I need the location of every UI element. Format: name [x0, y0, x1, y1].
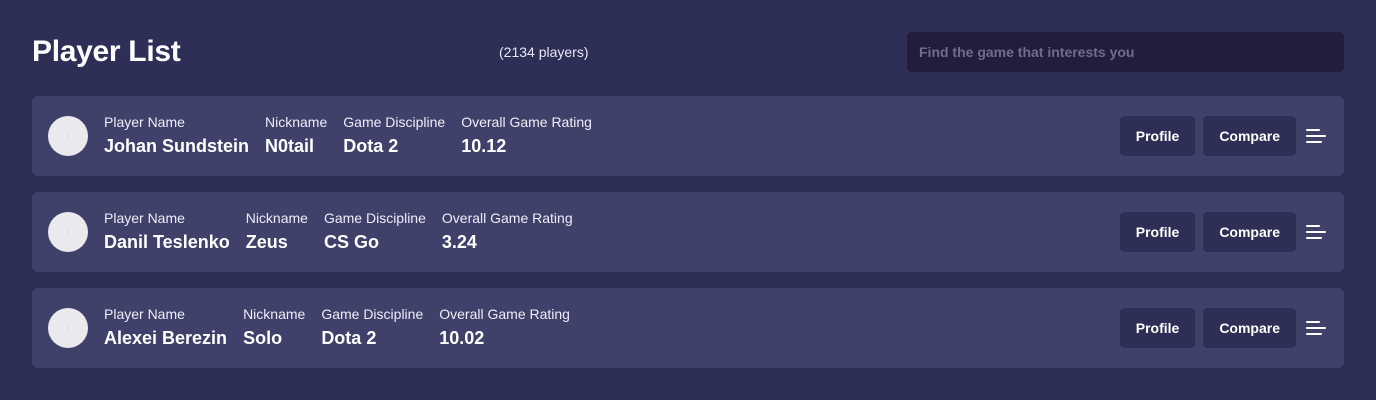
player-name-value: Danil Teslenko [104, 232, 230, 252]
overall-rating-field: Overall Game Rating 10.02 [439, 306, 570, 349]
game-discipline-label: Game Discipline [323, 210, 426, 226]
player-name-value: Johan Sundstein [104, 136, 250, 156]
game-discipline-label: Game Discipline [321, 306, 424, 322]
nickname-value: Zeus [245, 232, 288, 252]
game-discipline-value: CS Go [323, 232, 379, 252]
player-fields: Player Name Johan Sundstein Nickname N0t… [104, 114, 592, 157]
overall-rating-field: Overall Game Rating 3.24 [442, 210, 573, 253]
player-name-label: Player Name [104, 114, 185, 130]
player-name-field: Player Name Alexei Berezin [104, 306, 227, 349]
overall-rating-value: 3.24 [441, 232, 477, 252]
game-discipline-field: Game Discipline Dota 2 [321, 306, 423, 349]
game-discipline-label: Game Discipline [343, 114, 446, 130]
player-count: (2134 players) [499, 44, 589, 60]
game-discipline-field: Game Discipline Dota 2 [343, 114, 445, 157]
player-fields: Player Name Alexei Berezin Nickname Solo… [104, 306, 570, 349]
game-discipline-field: Game Discipline CS Go [324, 210, 426, 253]
menu-icon[interactable] [1306, 116, 1328, 156]
profile-button[interactable]: Profile [1119, 116, 1196, 156]
page-title: Player List [32, 35, 181, 68]
overall-rating-value: 10.12 [461, 136, 507, 156]
avatar [48, 116, 88, 156]
player-name-label: Player Name [104, 306, 185, 322]
avatar [48, 308, 88, 348]
row-actions: Profile Compare [1119, 116, 1328, 156]
overall-rating-label: Overall Game Rating [441, 210, 573, 226]
nickname-field: Nickname Solo [243, 306, 305, 349]
compare-button[interactable]: Compare [1203, 308, 1296, 348]
nickname-label: Nickname [243, 306, 306, 322]
profile-button[interactable]: Profile [1119, 212, 1196, 252]
profile-button[interactable]: Profile [1119, 308, 1196, 348]
search-input[interactable] [907, 32, 1344, 72]
search-box [907, 32, 1344, 72]
player-name-value: Alexei Berezin [104, 328, 228, 348]
nickname-value: Solo [243, 328, 283, 348]
row-actions: Profile Compare [1119, 212, 1328, 252]
player-list: Player Name Johan Sundstein Nickname N0t… [32, 96, 1344, 384]
game-discipline-value: Dota 2 [343, 136, 399, 156]
avatar [48, 212, 88, 252]
compare-button[interactable]: Compare [1203, 212, 1296, 252]
nickname-label: Nickname [245, 210, 308, 226]
nickname-field: Nickname N0tail [265, 114, 327, 157]
overall-rating-field: Overall Game Rating 10.12 [461, 114, 592, 157]
nickname-value: N0tail [265, 136, 315, 156]
player-row: Player Name Johan Sundstein Nickname N0t… [32, 96, 1344, 176]
row-actions: Profile Compare [1119, 308, 1328, 348]
menu-icon[interactable] [1306, 308, 1328, 348]
player-name-field: Player Name Danil Teslenko [104, 210, 230, 253]
overall-rating-value: 10.02 [439, 328, 485, 348]
page: Player List (2134 players) Player Name J… [0, 0, 1376, 400]
player-name-label: Player Name [104, 210, 185, 226]
menu-icon[interactable] [1306, 212, 1328, 252]
compare-button[interactable]: Compare [1203, 116, 1296, 156]
overall-rating-label: Overall Game Rating [461, 114, 592, 130]
player-name-field: Player Name Johan Sundstein [104, 114, 249, 157]
header: Player List (2134 players) [32, 32, 1344, 72]
player-row: Player Name Alexei Berezin Nickname Solo… [32, 288, 1344, 368]
game-discipline-value: Dota 2 [321, 328, 377, 348]
player-fields: Player Name Danil Teslenko Nickname Zeus… [104, 210, 573, 253]
player-row: Player Name Danil Teslenko Nickname Zeus… [32, 192, 1344, 272]
nickname-field: Nickname Zeus [246, 210, 308, 253]
overall-rating-label: Overall Game Rating [439, 306, 570, 322]
nickname-label: Nickname [265, 114, 328, 130]
